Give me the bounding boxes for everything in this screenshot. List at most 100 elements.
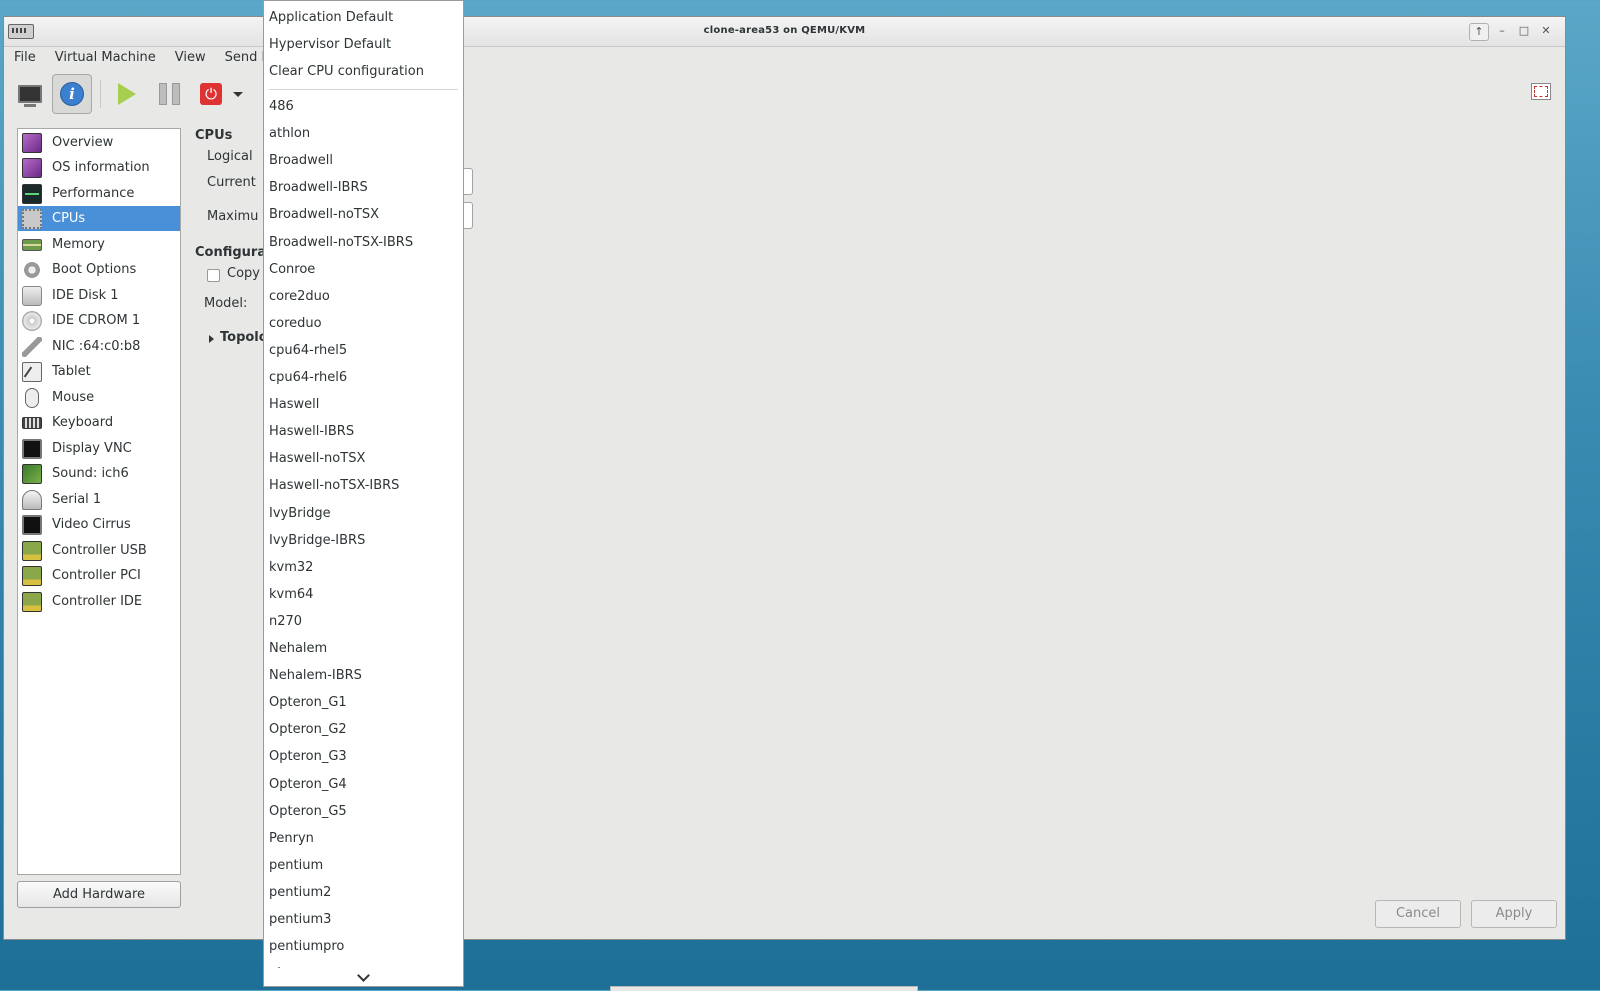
menu-item-cpu-model[interactable]: Broadwell-noTSX-IBRS xyxy=(269,234,413,251)
menu-item-cpu-model[interactable]: Opteron_G5 xyxy=(269,803,347,820)
menu-virtual-machine[interactable]: Virtual Machine xyxy=(45,46,165,70)
menubar: File Virtual Machine View Send Ke xyxy=(4,46,1565,70)
menu-item-cpu-model[interactable]: Haswell-noTSX xyxy=(269,450,365,467)
configuration-heading: Configura xyxy=(195,245,267,260)
hw-item-sound[interactable]: Sound: ich6 xyxy=(18,461,180,486)
keep-above-icon[interactable]: ↑ xyxy=(1469,23,1489,41)
hw-item-boot-options[interactable]: Boot Options xyxy=(18,257,180,282)
hw-item-ide-cdrom-1[interactable]: IDE CDROM 1 xyxy=(18,308,180,333)
show-console-button[interactable] xyxy=(10,74,50,114)
menu-item-cpu-model[interactable]: Opteron_G1 xyxy=(269,694,347,711)
apply-button[interactable]: Apply xyxy=(1471,900,1557,928)
menu-item-cpu-model[interactable]: 486 xyxy=(269,98,294,115)
current-allocation-label: Current xyxy=(207,175,256,190)
serial-icon xyxy=(22,489,42,510)
menu-item-cpu-model[interactable]: kvm64 xyxy=(269,586,313,603)
video-icon xyxy=(22,514,42,535)
topology-label[interactable]: Topolo xyxy=(220,330,268,345)
menu-separator xyxy=(269,89,458,90)
shutdown-button[interactable]: ⏻ xyxy=(191,74,231,114)
performance-icon xyxy=(22,183,42,204)
hw-item-cpus[interactable]: CPUs xyxy=(18,206,180,231)
menu-item-cpu-model[interactable]: kvm32 xyxy=(269,559,313,576)
menu-item-cpu-model[interactable]: Opteron_G4 xyxy=(269,776,347,793)
hw-item-display-vnc[interactable]: Display VNC xyxy=(18,436,180,461)
hw-item-overview[interactable]: Overview xyxy=(18,130,180,155)
menu-item-cpu-model[interactable]: Haswell xyxy=(269,396,319,413)
model-label: Model: xyxy=(204,296,248,311)
menu-item-cpu-model[interactable]: pentium2 xyxy=(269,884,331,901)
os-info-icon xyxy=(22,157,42,178)
run-button[interactable] xyxy=(107,74,147,114)
maximize-icon[interactable]: □ xyxy=(1515,23,1533,39)
cancel-button[interactable]: Cancel xyxy=(1375,900,1461,928)
menu-item-cpu-model[interactable]: Nehalem xyxy=(269,640,327,657)
hw-item-keyboard[interactable]: Keyboard xyxy=(18,410,180,435)
boot-options-icon xyxy=(22,259,42,280)
menu-item-cpu-model[interactable]: Haswell-IBRS xyxy=(269,423,354,440)
menu-item-cpu-model[interactable]: Broadwell-noTSX xyxy=(269,206,379,223)
menu-item-cpu-model[interactable]: cpu64-rhel6 xyxy=(269,369,347,386)
menu-item-clear-cpu-configuration[interactable]: Clear CPU configuration xyxy=(269,63,424,80)
maximum-allocation-label: Maximu xyxy=(207,209,259,224)
monitor-icon xyxy=(18,85,42,107)
menu-item-cpu-model[interactable]: Broadwell-IBRS xyxy=(269,179,368,196)
menu-item-cpu-model[interactable]: IvyBridge-IBRS xyxy=(269,532,365,549)
hw-item-performance[interactable]: Performance xyxy=(18,181,180,206)
menu-item-cpu-model[interactable]: IvyBridge xyxy=(269,505,331,522)
controller-icon xyxy=(22,565,42,586)
hw-item-ide-disk-1[interactable]: IDE Disk 1 xyxy=(18,283,180,308)
window-title: clone-area53 on QEMU/KVM xyxy=(703,25,866,36)
menu-item-cpu-model[interactable]: coreduo xyxy=(269,315,322,332)
hw-item-tablet[interactable]: Tablet xyxy=(18,359,180,384)
controller-icon xyxy=(22,540,42,561)
pause-button[interactable] xyxy=(149,74,189,114)
menu-item-cpu-model[interactable]: Opteron_G3 xyxy=(269,748,347,765)
menu-item-cpu-model[interactable]: Broadwell xyxy=(269,152,333,169)
hw-item-controller-usb[interactable]: Controller USB xyxy=(18,538,180,563)
hw-item-serial-1[interactable]: Serial 1 xyxy=(18,487,180,512)
hw-item-controller-ide[interactable]: Controller IDE xyxy=(18,589,180,614)
menu-item-cpu-model[interactable]: pentium3 xyxy=(269,911,331,928)
shutdown-menu-button[interactable] xyxy=(228,74,248,114)
menu-view[interactable]: View xyxy=(165,46,215,70)
menu-item-cpu-model[interactable]: Penryn xyxy=(269,830,314,847)
cpus-heading: CPUs xyxy=(195,128,233,143)
hw-item-video-cirrus[interactable]: Video Cirrus xyxy=(18,512,180,537)
menu-item-cpu-model[interactable]: Nehalem-IBRS xyxy=(269,667,362,684)
hw-item-nic[interactable]: NIC :64:c0:b8 xyxy=(18,334,180,359)
fullscreen-icon[interactable] xyxy=(1531,83,1551,100)
menu-item-cpu-model[interactable]: Conroe xyxy=(269,261,315,278)
menu-item-cpu-model[interactable]: pentium xyxy=(269,857,323,874)
menu-scroll-down[interactable] xyxy=(264,968,463,986)
menu-item-application-default[interactable]: Application Default xyxy=(269,9,393,26)
show-details-button[interactable]: i xyxy=(52,74,92,114)
menu-item-cpu-model[interactable]: athlon xyxy=(269,125,310,142)
memory-icon xyxy=(22,238,42,251)
minimize-icon[interactable]: – xyxy=(1493,23,1511,39)
overview-icon xyxy=(22,132,42,153)
menu-item-cpu-model[interactable]: core2duo xyxy=(269,288,330,305)
topology-expander-icon[interactable] xyxy=(209,335,214,343)
sound-icon xyxy=(22,463,42,484)
logical-cpus-label: Logical xyxy=(207,149,253,164)
hw-item-os-information[interactable]: OS information xyxy=(18,155,180,180)
menu-item-cpu-model[interactable]: Opteron_G2 xyxy=(269,721,347,738)
menu-item-hypervisor-default[interactable]: Hypervisor Default xyxy=(269,36,391,53)
menu-item-cpu-model[interactable]: Haswell-noTSX-IBRS xyxy=(269,477,399,494)
close-icon[interactable]: ✕ xyxy=(1537,23,1555,39)
menu-item-cpu-model[interactable]: n270 xyxy=(269,613,302,630)
copy-host-cpu-label: Copy xyxy=(227,266,260,281)
display-icon xyxy=(22,438,42,459)
hw-item-mouse[interactable]: Mouse xyxy=(18,385,180,410)
add-hardware-button[interactable]: Add Hardware xyxy=(17,881,181,908)
controller-icon xyxy=(22,591,42,612)
hw-item-memory[interactable]: Memory xyxy=(18,232,180,257)
window-controls: ↑ – □ ✕ xyxy=(1469,23,1555,41)
titlebar[interactable]: clone-area53 on QEMU/KVM ↑ – □ ✕ xyxy=(4,17,1565,47)
menu-item-cpu-model[interactable]: cpu64-rhel5 xyxy=(269,342,347,359)
copy-host-cpu-checkbox[interactable] xyxy=(207,269,220,282)
hw-item-controller-pci[interactable]: Controller PCI xyxy=(18,563,180,588)
menu-file[interactable]: File xyxy=(4,46,45,70)
menu-item-cpu-model[interactable]: pentiumpro xyxy=(269,938,344,955)
